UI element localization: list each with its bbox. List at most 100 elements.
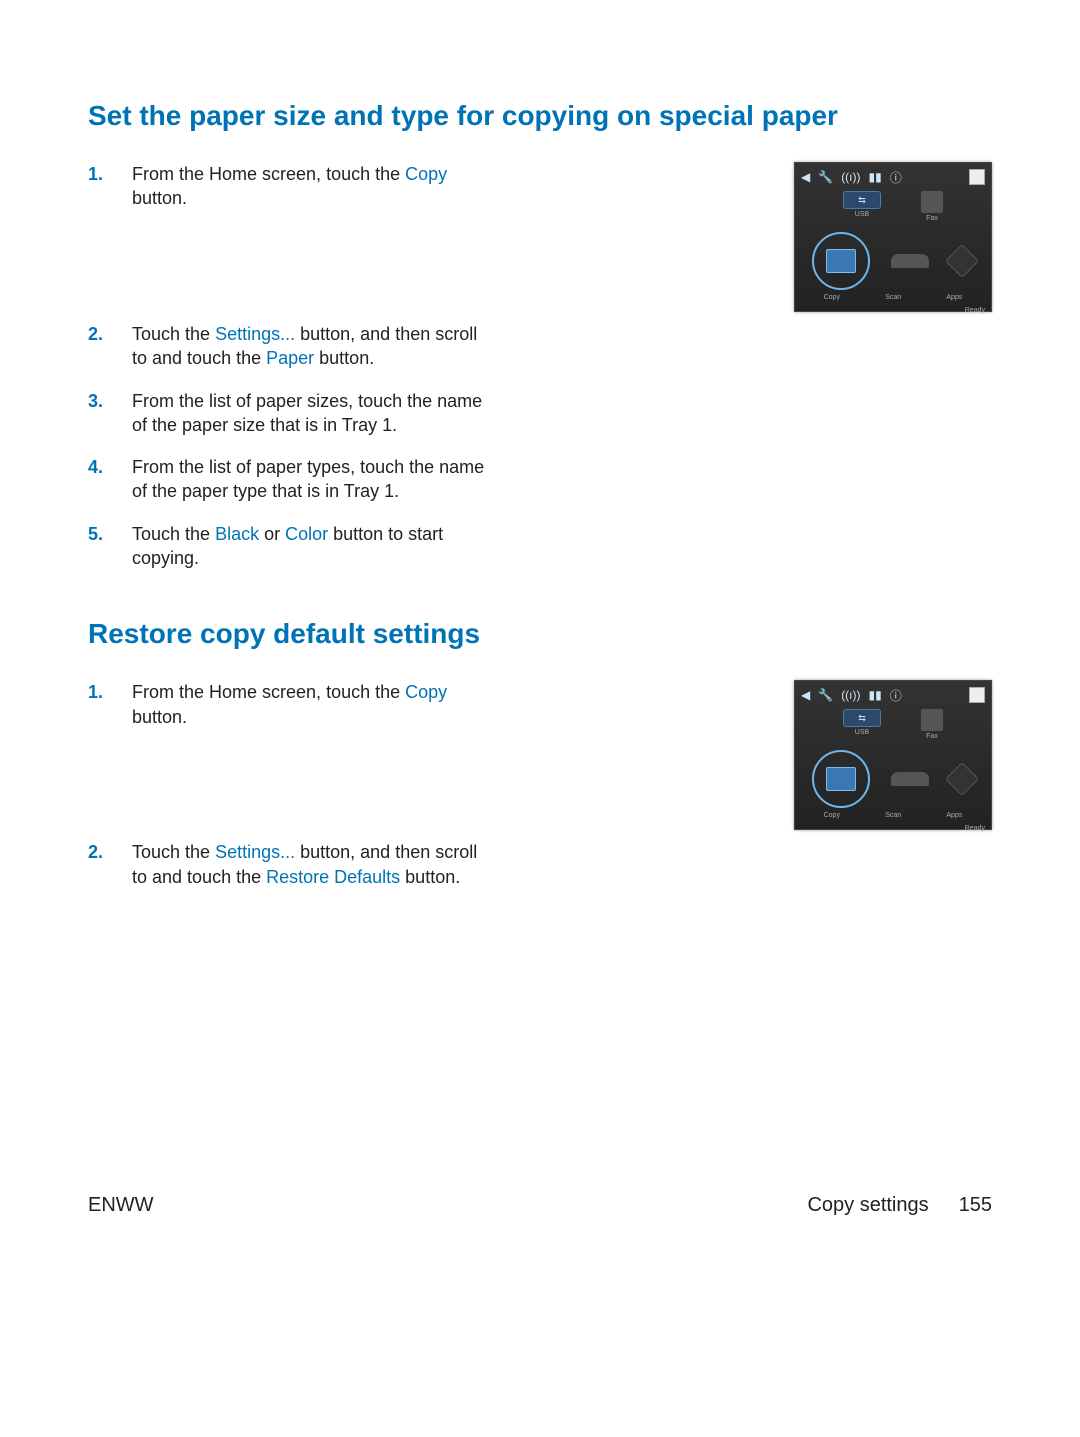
usb-icon: ⇆	[843, 709, 881, 727]
fax-label: Fax	[921, 215, 943, 222]
step-text-fragment: Touch the	[132, 324, 215, 344]
fax-col: Fax	[921, 709, 943, 740]
copy-link: Copy	[405, 164, 447, 184]
back-icon: ◀	[801, 688, 810, 702]
copy-link: Copy	[405, 682, 447, 702]
section1-screenshot: ◀ 🔧 ((ı)) ▮▮ ⓘ ⇆ USB Fax	[794, 162, 992, 312]
list-item: 2. Touch the Settings... button, and the…	[88, 840, 488, 889]
wifi-icon: ((ı))	[841, 170, 860, 184]
footer-left: ENWW	[88, 1194, 154, 1217]
fax-icon	[921, 709, 943, 731]
list-item: 1. From the Home screen, touch the Copy …	[88, 162, 488, 211]
usb-label: USB	[843, 211, 881, 218]
list-item: 5. Touch the Black or Color button to st…	[88, 522, 488, 571]
step-text-fragment: button.	[400, 867, 460, 887]
paper-link: Paper	[266, 348, 314, 368]
panel-row2: ⇆ USB Fax	[801, 191, 985, 222]
step-text-fragment: From the Home screen, touch the	[132, 164, 405, 184]
printer-panel: ◀ 🔧 ((ı)) ▮▮ ⓘ ⇆ USB	[794, 680, 992, 830]
list-item: 4. From the list of paper types, touch t…	[88, 455, 488, 504]
section2-steps-cont: 2. Touch the Settings... button, and the…	[88, 840, 488, 889]
step-text: From the Home screen, touch the Copy but…	[132, 162, 488, 211]
panel-row2: ⇆ USB Fax	[801, 709, 985, 740]
step-text: Touch the Settings... button, and then s…	[132, 840, 488, 889]
copy-highlight-icon	[812, 750, 870, 808]
scan-icon	[891, 772, 929, 786]
section1-steps-cont: 2. Touch the Settings... button, and the…	[88, 322, 488, 570]
step-number: 1.	[88, 680, 132, 704]
scan-label: Scan	[885, 812, 901, 819]
fax-col: Fax	[921, 191, 943, 222]
step-text: Touch the Settings... button, and then s…	[132, 322, 488, 371]
step-text-fragment: or	[259, 524, 285, 544]
copy-highlight-icon	[812, 232, 870, 290]
restore-defaults-link: Restore Defaults	[266, 867, 400, 887]
copy-label: Copy	[824, 294, 840, 301]
settings-link: Settings...	[215, 842, 295, 862]
settings-link: Settings...	[215, 324, 295, 344]
wrench-icon: 🔧	[818, 170, 833, 184]
usb-col: ⇆ USB	[843, 709, 881, 740]
step-text-fragment: button.	[132, 707, 187, 727]
ink-icon: ▮▮	[869, 170, 882, 184]
scan-label: Scan	[885, 294, 901, 301]
info-icon: ⓘ	[890, 169, 902, 186]
ready-label: Ready	[801, 307, 985, 314]
panel-bottom-labels: Copy Scan Apps	[801, 294, 985, 301]
printer-panel: ◀ 🔧 ((ı)) ▮▮ ⓘ ⇆ USB Fax	[794, 162, 992, 312]
section1-steps: 1. From the Home screen, touch the Copy …	[88, 162, 488, 211]
step-number: 4.	[88, 455, 132, 479]
footer-section: Copy settings	[807, 1194, 928, 1217]
step-number: 3.	[88, 389, 132, 413]
list-item: 1. From the Home screen, touch the Copy …	[88, 680, 488, 729]
step-text-fragment: Touch the	[132, 842, 215, 862]
list-item: 3. From the list of paper sizes, touch t…	[88, 389, 488, 438]
section1-heading: Set the paper size and type for copying …	[88, 100, 992, 132]
wrench-icon: 🔧	[818, 688, 833, 702]
step-text-fragment: button.	[132, 188, 187, 208]
section2-row: 1. From the Home screen, touch the Copy …	[88, 680, 992, 830]
footer-page-number: 155	[959, 1194, 992, 1217]
copy-label: Copy	[824, 812, 840, 819]
back-icon: ◀	[801, 170, 810, 184]
ready-label: Ready	[801, 825, 985, 832]
step-number: 2.	[88, 322, 132, 346]
step-number: 1.	[88, 162, 132, 186]
status-square-icon	[969, 687, 985, 703]
list-item: 2. Touch the Settings... button, and the…	[88, 322, 488, 371]
panel-bottom-labels: Copy Scan Apps	[801, 812, 985, 819]
section2-screenshot: ◀ 🔧 ((ı)) ▮▮ ⓘ ⇆ USB	[794, 680, 992, 830]
apps-icon	[945, 762, 979, 796]
section1-steps-col: 1. From the Home screen, touch the Copy …	[88, 162, 488, 229]
panel-grid	[801, 232, 985, 290]
usb-icon: ⇆	[843, 191, 881, 209]
section2: Restore copy default settings 1. From th…	[88, 618, 992, 889]
section2-steps: 1. From the Home screen, touch the Copy …	[88, 680, 488, 729]
section2-heading: Restore copy default settings	[88, 618, 992, 650]
section2-steps-col: 1. From the Home screen, touch the Copy …	[88, 680, 488, 747]
color-link: Color	[285, 524, 328, 544]
usb-label: USB	[843, 729, 881, 736]
status-square-icon	[969, 169, 985, 185]
wifi-icon: ((ı))	[841, 688, 860, 702]
scan-icon	[891, 254, 929, 268]
info-icon: ⓘ	[890, 687, 902, 704]
copy-inner-icon	[826, 767, 856, 791]
fax-icon	[921, 191, 943, 213]
apps-label: Apps	[946, 812, 962, 819]
black-link: Black	[215, 524, 259, 544]
step-text-fragment: button.	[314, 348, 374, 368]
apps-label: Apps	[946, 294, 962, 301]
step-text: Touch the Black or Color button to start…	[132, 522, 488, 571]
section1-row: 1. From the Home screen, touch the Copy …	[88, 162, 992, 312]
page: Set the paper size and type for copying …	[0, 0, 1080, 1437]
page-footer: ENWW Copy settings 155	[88, 1194, 992, 1217]
step-text-fragment: From the Home screen, touch the	[132, 682, 405, 702]
copy-inner-icon	[826, 249, 856, 273]
panel-grid	[801, 750, 985, 808]
step-text: From the list of paper types, touch the …	[132, 455, 488, 504]
step-text-fragment: Touch the	[132, 524, 215, 544]
panel-topbar: ◀ 🔧 ((ı)) ▮▮ ⓘ	[801, 685, 985, 705]
usb-col: ⇆ USB	[843, 191, 881, 222]
footer-right: Copy settings 155	[807, 1194, 992, 1217]
